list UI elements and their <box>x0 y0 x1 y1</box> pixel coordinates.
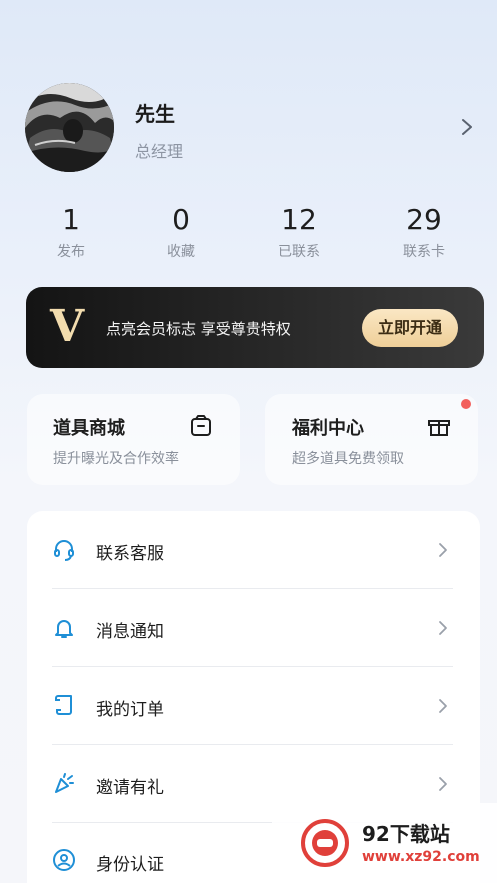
scroll-icon <box>52 693 76 717</box>
watermark-logo-icon <box>297 818 353 868</box>
gift-icon <box>427 414 451 438</box>
stat-value: 29 <box>406 203 442 236</box>
card-subtitle: 提升曝光及合作效率 <box>53 451 179 467</box>
menu-item-notifications[interactable] <box>27 589 480 667</box>
user-circle-icon <box>52 848 76 872</box>
shopping-bag-icon <box>189 414 213 438</box>
card-title: 福利中心 <box>292 418 364 439</box>
stat-label: 收藏 <box>167 244 195 260</box>
menu-label: 邀请有礼 <box>96 778 164 798</box>
vip-promo-text: 点亮会员标志 享受尊贵特权 <box>106 320 291 338</box>
party-popper-icon <box>52 771 76 795</box>
stat-label: 联系卡 <box>403 244 445 260</box>
open-vip-button[interactable]: 立即开通 <box>362 309 458 347</box>
user-name: 先生 <box>135 102 175 126</box>
vip-logo: V <box>50 301 85 352</box>
chevron-right-icon <box>437 775 449 793</box>
notification-dot <box>461 399 471 409</box>
bell-icon <box>52 616 76 640</box>
stat-value: 0 <box>172 203 190 236</box>
card-subtitle: 超多道具免费领取 <box>292 451 404 467</box>
menu-label: 联系客服 <box>96 544 164 564</box>
avatar-image <box>25 83 114 172</box>
chevron-right-icon <box>437 697 449 715</box>
stat-contacted[interactable]: 12 已联系 <box>249 203 349 261</box>
user-title: 总经理 <box>135 142 184 161</box>
menu-item-customer-service[interactable] <box>27 511 480 589</box>
headset-icon <box>52 538 76 562</box>
chevron-right-icon <box>437 619 449 637</box>
avatar[interactable] <box>25 83 114 172</box>
watermark-site-name: 92下载站 <box>362 822 450 846</box>
chevron-right-icon <box>437 541 449 559</box>
stat-favorites[interactable]: 0 收藏 <box>131 203 231 261</box>
watermark-url: www.xz92.com <box>362 849 480 865</box>
menu-item-my-orders[interactable] <box>27 667 480 745</box>
stat-contact-cards[interactable]: 29 联系卡 <box>374 203 474 261</box>
menu-label: 我的订单 <box>96 700 164 720</box>
stat-value: 1 <box>62 203 80 236</box>
stat-label: 发布 <box>57 244 85 260</box>
menu-label: 消息通知 <box>96 622 164 642</box>
stat-label: 已联系 <box>278 244 320 260</box>
card-title: 道具商城 <box>53 418 125 439</box>
stat-posts[interactable]: 1 发布 <box>21 203 121 261</box>
stat-value: 12 <box>281 203 317 236</box>
profile-chevron-right-icon[interactable] <box>458 117 476 137</box>
menu-label: 身份认证 <box>96 855 164 875</box>
